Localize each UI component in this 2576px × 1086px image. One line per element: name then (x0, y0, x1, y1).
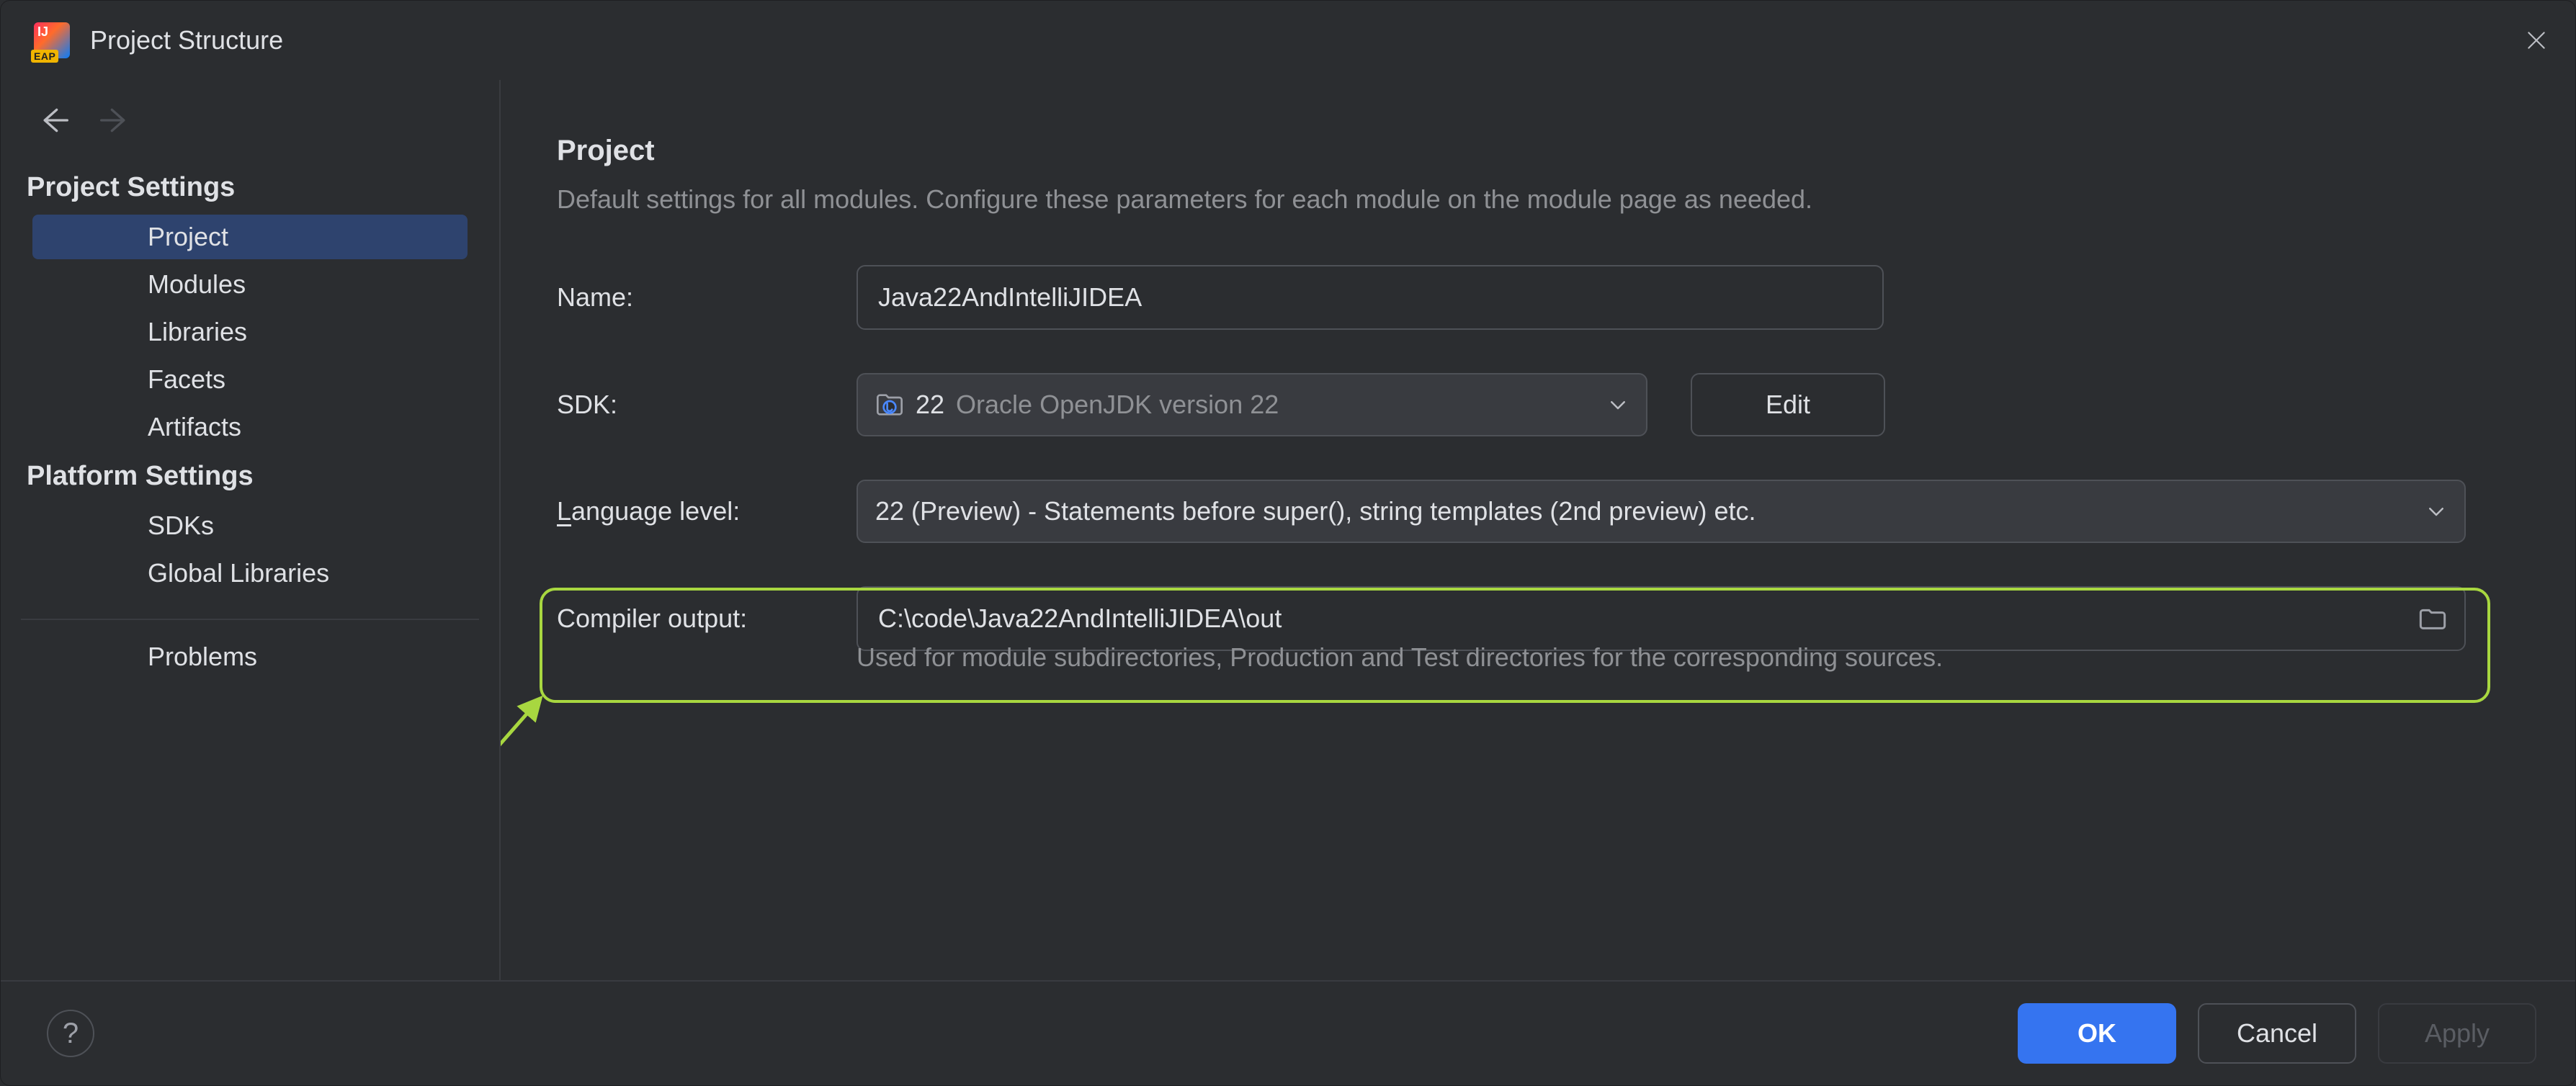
dialog-body: Project Settings Project Modules Librari… (1, 80, 2575, 980)
sidebar-divider (21, 619, 479, 620)
project-name-input[interactable] (857, 265, 1884, 330)
row-language-level: Language level: 22 (Preview) - Statement… (557, 480, 2525, 543)
sidebar-item-global-libraries[interactable]: Global Libraries (32, 551, 468, 596)
page-description: Default settings for all modules. Config… (557, 184, 2525, 215)
language-level-dropdown[interactable]: 22 (Preview) - Statements before super()… (857, 480, 2466, 543)
sdk-dropdown[interactable]: 22 Oracle OpenJDK version 22 (857, 373, 1647, 436)
button-bar: ? OK Cancel Apply (1, 980, 2575, 1085)
compiler-output-field[interactable]: C:\code\Java22AndIntelliJIDEA\out (857, 586, 2466, 651)
sidebar-item-modules[interactable]: Modules (32, 262, 468, 307)
sidebar: Project Settings Project Modules Librari… (1, 80, 501, 980)
sidebar-item-project[interactable]: Project (32, 215, 468, 259)
compiler-output-value: C:\code\Java22AndIntelliJIDEA\out (878, 603, 1282, 634)
help-button[interactable]: ? (47, 1010, 94, 1057)
apply-button[interactable]: Apply (2378, 1003, 2536, 1064)
label-compiler-output: Compiler output: (557, 603, 857, 634)
sdk-value-main: 22 (916, 390, 944, 420)
browse-folder-icon[interactable] (2418, 604, 2447, 633)
sidebar-item-facets[interactable]: Facets (32, 357, 468, 402)
sidebar-section-project-settings: Project Settings (1, 162, 499, 213)
chevron-down-icon (2425, 501, 2447, 522)
jdk-folder-icon (875, 390, 904, 419)
close-icon[interactable] (2519, 23, 2554, 58)
sdk-value-sub: Oracle OpenJDK version 22 (956, 390, 1279, 420)
row-compiler-output: Compiler output: C:\code\Java22AndIntell… (557, 586, 2525, 651)
intellij-eap-icon: IJ EAP (34, 22, 70, 58)
project-structure-dialog: IJ EAP Project Structure Project Setting… (0, 0, 2576, 1086)
sidebar-item-artifacts[interactable]: Artifacts (32, 405, 468, 449)
annotation-arrow (501, 685, 699, 973)
sidebar-section-platform-settings: Platform Settings (1, 451, 499, 502)
sidebar-item-problems[interactable]: Problems (32, 634, 468, 679)
label-sdk: SDK: (557, 390, 857, 420)
ok-button[interactable]: OK (2018, 1003, 2176, 1064)
label-language-level: Language level: (557, 496, 857, 526)
label-name: Name: (557, 282, 857, 313)
language-level-value: 22 (Preview) - Statements before super()… (875, 496, 1756, 526)
back-icon[interactable] (38, 104, 70, 136)
window-title: Project Structure (90, 25, 283, 55)
nav-history (1, 93, 499, 162)
row-name: Name: (557, 265, 2525, 330)
main-panel: Project Default settings for all modules… (501, 80, 2575, 980)
forward-icon[interactable] (99, 104, 130, 136)
row-sdk: SDK: 22 Oracle OpenJDK version 22 (557, 373, 2525, 436)
chevron-down-icon (1607, 394, 1629, 416)
page-title: Project (557, 135, 2525, 167)
sidebar-item-libraries[interactable]: Libraries (32, 310, 468, 354)
titlebar: IJ EAP Project Structure (1, 1, 2575, 80)
sidebar-item-sdks[interactable]: SDKs (32, 503, 468, 548)
cancel-button[interactable]: Cancel (2198, 1003, 2356, 1064)
edit-sdk-button[interactable]: Edit (1691, 373, 1885, 436)
